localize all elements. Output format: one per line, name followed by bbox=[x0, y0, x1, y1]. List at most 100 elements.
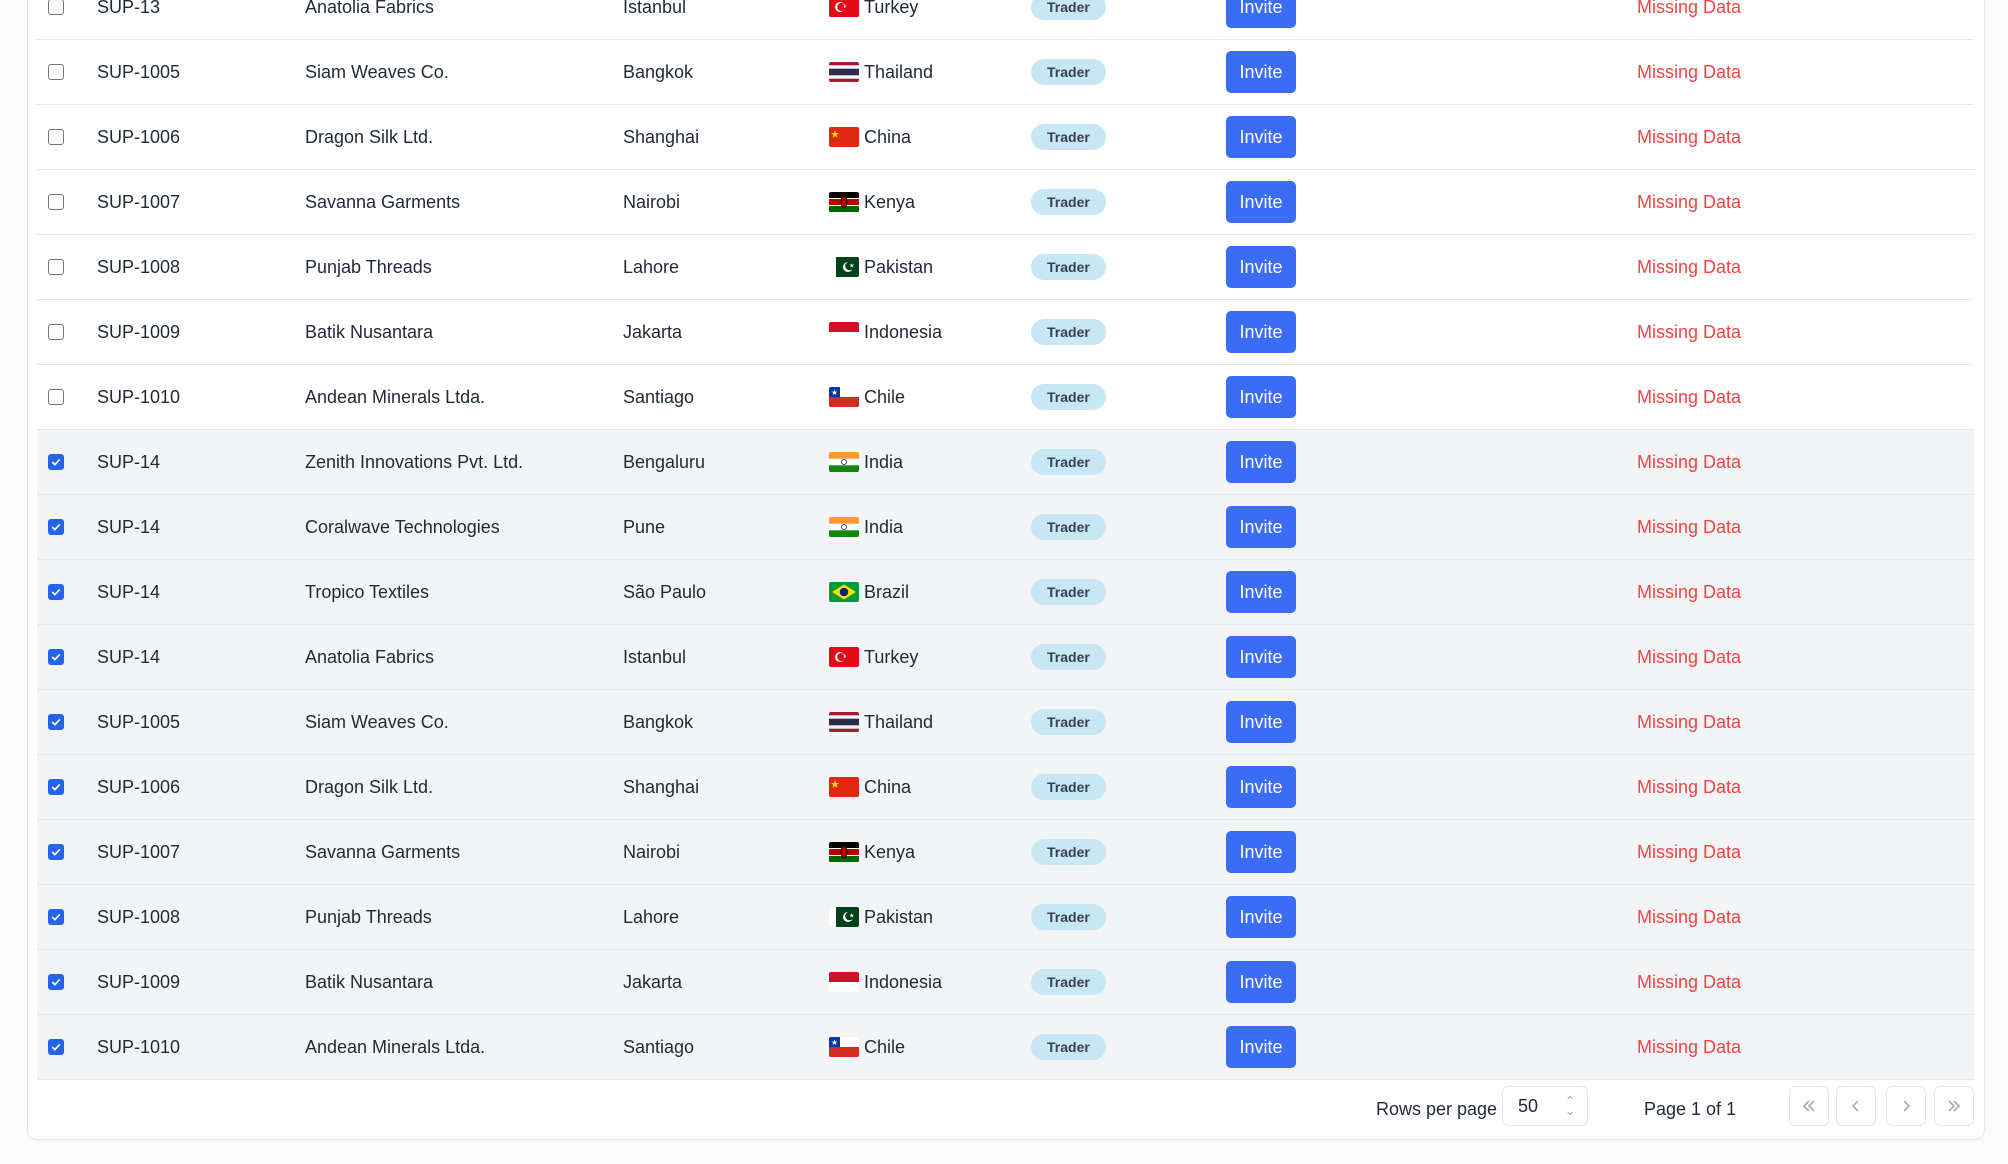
row-checkbox-cell bbox=[48, 820, 64, 884]
supplier-id: SUP-1008 bbox=[97, 256, 181, 277]
supplier-city: Pune bbox=[623, 516, 666, 537]
supplier-name: Anatolia Fabrics bbox=[305, 0, 435, 17]
row-checkbox[interactable] bbox=[48, 974, 64, 990]
table-row[interactable]: SUP-1009 Batik Nusantara Jakarta Indones… bbox=[37, 300, 1974, 365]
country-name: Pakistan bbox=[864, 256, 934, 277]
invite-button[interactable]: Invite bbox=[1226, 311, 1296, 353]
checkmark-icon bbox=[51, 458, 61, 466]
table-row[interactable]: SUP-1010 Andean Minerals Ltda. Santiago … bbox=[37, 1015, 1974, 1080]
row-checkbox[interactable] bbox=[48, 324, 64, 340]
invite-button[interactable]: Invite bbox=[1226, 441, 1296, 483]
table-row[interactable]: SUP-1005 Siam Weaves Co. Bangkok Thailan… bbox=[37, 40, 1974, 105]
row-checkbox[interactable] bbox=[48, 259, 64, 275]
row-checkbox[interactable] bbox=[48, 0, 64, 15]
row-checkbox[interactable] bbox=[48, 389, 64, 405]
pakistan-flag-icon bbox=[829, 907, 859, 927]
action-cell: Invite bbox=[1226, 430, 1296, 494]
row-checkbox-cell bbox=[48, 365, 64, 429]
indonesia-flag-icon bbox=[829, 972, 859, 992]
status-cell: Missing Data bbox=[1637, 755, 1741, 819]
table-row[interactable]: SUP-14 Zenith Innovations Pvt. Ltd. Beng… bbox=[37, 430, 1974, 495]
invite-button[interactable]: Invite bbox=[1226, 181, 1296, 223]
row-checkbox[interactable] bbox=[48, 194, 64, 210]
supplier-name: Dragon Silk Ltd. bbox=[305, 776, 434, 797]
table-row[interactable]: SUP-14 Coralwave Technologies Pune India… bbox=[37, 495, 1974, 560]
invite-button[interactable]: Invite bbox=[1226, 506, 1296, 548]
rows-per-page-select[interactable]: 50 ⌃ ⌄ bbox=[1502, 1086, 1588, 1126]
status-cell: Missing Data bbox=[1637, 170, 1741, 234]
table-row[interactable]: SUP-1006 Dragon Silk Ltd. Shanghai China… bbox=[37, 105, 1974, 170]
rows-per-page-label: Rows per page bbox=[1376, 1099, 1498, 1119]
row-checkbox[interactable] bbox=[48, 1039, 64, 1055]
checkmark-icon bbox=[51, 978, 61, 986]
invite-button[interactable]: Invite bbox=[1226, 0, 1296, 28]
supplier-id: SUP-1008 bbox=[97, 906, 181, 927]
table-row[interactable]: SUP-14 Tropico Textiles São Paulo Brazil… bbox=[37, 560, 1974, 625]
chevron-left-icon bbox=[1851, 1100, 1859, 1112]
invite-button[interactable]: Invite bbox=[1226, 51, 1296, 93]
supplier-name: Coralwave Technologies bbox=[305, 516, 500, 537]
table-row[interactable]: SUP-1007 Savanna Garments Nairobi Kenya … bbox=[37, 170, 1974, 235]
invite-button[interactable]: Invite bbox=[1226, 766, 1296, 808]
row-checkbox[interactable] bbox=[48, 584, 64, 600]
table-row[interactable]: SUP-1007 Savanna Garments Nairobi Kenya … bbox=[37, 820, 1974, 885]
row-checkbox[interactable] bbox=[48, 129, 64, 145]
supplier-city: Istanbul bbox=[623, 646, 687, 667]
next-page-button[interactable] bbox=[1886, 1086, 1926, 1126]
last-page-button[interactable] bbox=[1934, 1086, 1974, 1126]
invite-button[interactable]: Invite bbox=[1226, 636, 1296, 678]
action-cell: Invite bbox=[1226, 40, 1296, 104]
role-badge: Trader bbox=[1031, 319, 1106, 345]
row-checkbox[interactable] bbox=[48, 454, 64, 470]
invite-button[interactable]: Invite bbox=[1226, 1026, 1296, 1068]
action-cell: Invite bbox=[1226, 755, 1296, 819]
invite-button[interactable]: Invite bbox=[1226, 896, 1296, 938]
role-cell: Trader bbox=[1031, 300, 1106, 364]
table-row[interactable]: SUP-1010 Andean Minerals Ltda. Santiago … bbox=[37, 365, 1974, 430]
missing-data-status: Missing Data bbox=[1637, 841, 1742, 862]
row-checkbox[interactable] bbox=[48, 64, 64, 80]
row-checkbox[interactable] bbox=[48, 909, 64, 925]
invite-button[interactable]: Invite bbox=[1226, 246, 1296, 288]
chevrons-left-icon bbox=[1802, 1100, 1815, 1112]
row-checkbox[interactable] bbox=[48, 519, 64, 535]
supplier-country: India bbox=[829, 430, 903, 494]
invite-button[interactable]: Invite bbox=[1226, 116, 1296, 158]
supplier-name: Punjab Threads bbox=[305, 256, 432, 277]
table-row[interactable]: SUP-13 Anatolia Fabrics Istanbul Turkey … bbox=[37, 0, 1974, 40]
table-row[interactable]: SUP-1005 Siam Weaves Co. Bangkok Thailan… bbox=[37, 690, 1974, 755]
supplier-city: Bangkok bbox=[623, 61, 694, 82]
suppliers-table: SUP-13 Anatolia Fabrics Istanbul Turkey … bbox=[37, 0, 1974, 1080]
invite-button[interactable]: Invite bbox=[1226, 961, 1296, 1003]
row-checkbox[interactable] bbox=[48, 714, 64, 730]
status-cell: Missing Data bbox=[1637, 1015, 1741, 1079]
supplier-city: Bangkok bbox=[623, 711, 694, 732]
invite-button[interactable]: Invite bbox=[1226, 571, 1296, 613]
status-cell: Missing Data bbox=[1637, 235, 1741, 299]
row-checkbox[interactable] bbox=[48, 844, 64, 860]
invite-button[interactable]: Invite bbox=[1226, 701, 1296, 743]
table-row[interactable]: SUP-1006 Dragon Silk Ltd. Shanghai China… bbox=[37, 755, 1974, 820]
row-checkbox-cell bbox=[48, 885, 64, 949]
first-page-button[interactable] bbox=[1789, 1086, 1829, 1126]
table-row[interactable]: SUP-1008 Punjab Threads Lahore Pakistan … bbox=[37, 885, 1974, 950]
table-row[interactable]: SUP-1008 Punjab Threads Lahore Pakistan … bbox=[37, 235, 1974, 300]
country-name: Chile bbox=[864, 386, 906, 407]
invite-button[interactable]: Invite bbox=[1226, 376, 1296, 418]
supplier-id: SUP-1007 bbox=[97, 841, 181, 862]
status-cell: Missing Data bbox=[1637, 495, 1741, 559]
action-cell: Invite bbox=[1226, 885, 1296, 949]
missing-data-status: Missing Data bbox=[1637, 191, 1742, 212]
row-checkbox[interactable] bbox=[48, 779, 64, 795]
supplier-id: SUP-1009 bbox=[97, 321, 181, 342]
country-name: Indonesia bbox=[864, 971, 943, 992]
action-cell: Invite bbox=[1226, 625, 1296, 689]
table-row[interactable]: SUP-1009 Batik Nusantara Jakarta Indones… bbox=[37, 950, 1974, 1015]
table-row[interactable]: SUP-14 Anatolia Fabrics Istanbul Turkey … bbox=[37, 625, 1974, 690]
country-name: India bbox=[864, 451, 904, 472]
supplier-id: SUP-14 bbox=[97, 451, 161, 472]
missing-data-status: Missing Data bbox=[1637, 776, 1742, 797]
previous-page-button[interactable] bbox=[1836, 1086, 1876, 1126]
row-checkbox[interactable] bbox=[48, 649, 64, 665]
invite-button[interactable]: Invite bbox=[1226, 831, 1296, 873]
